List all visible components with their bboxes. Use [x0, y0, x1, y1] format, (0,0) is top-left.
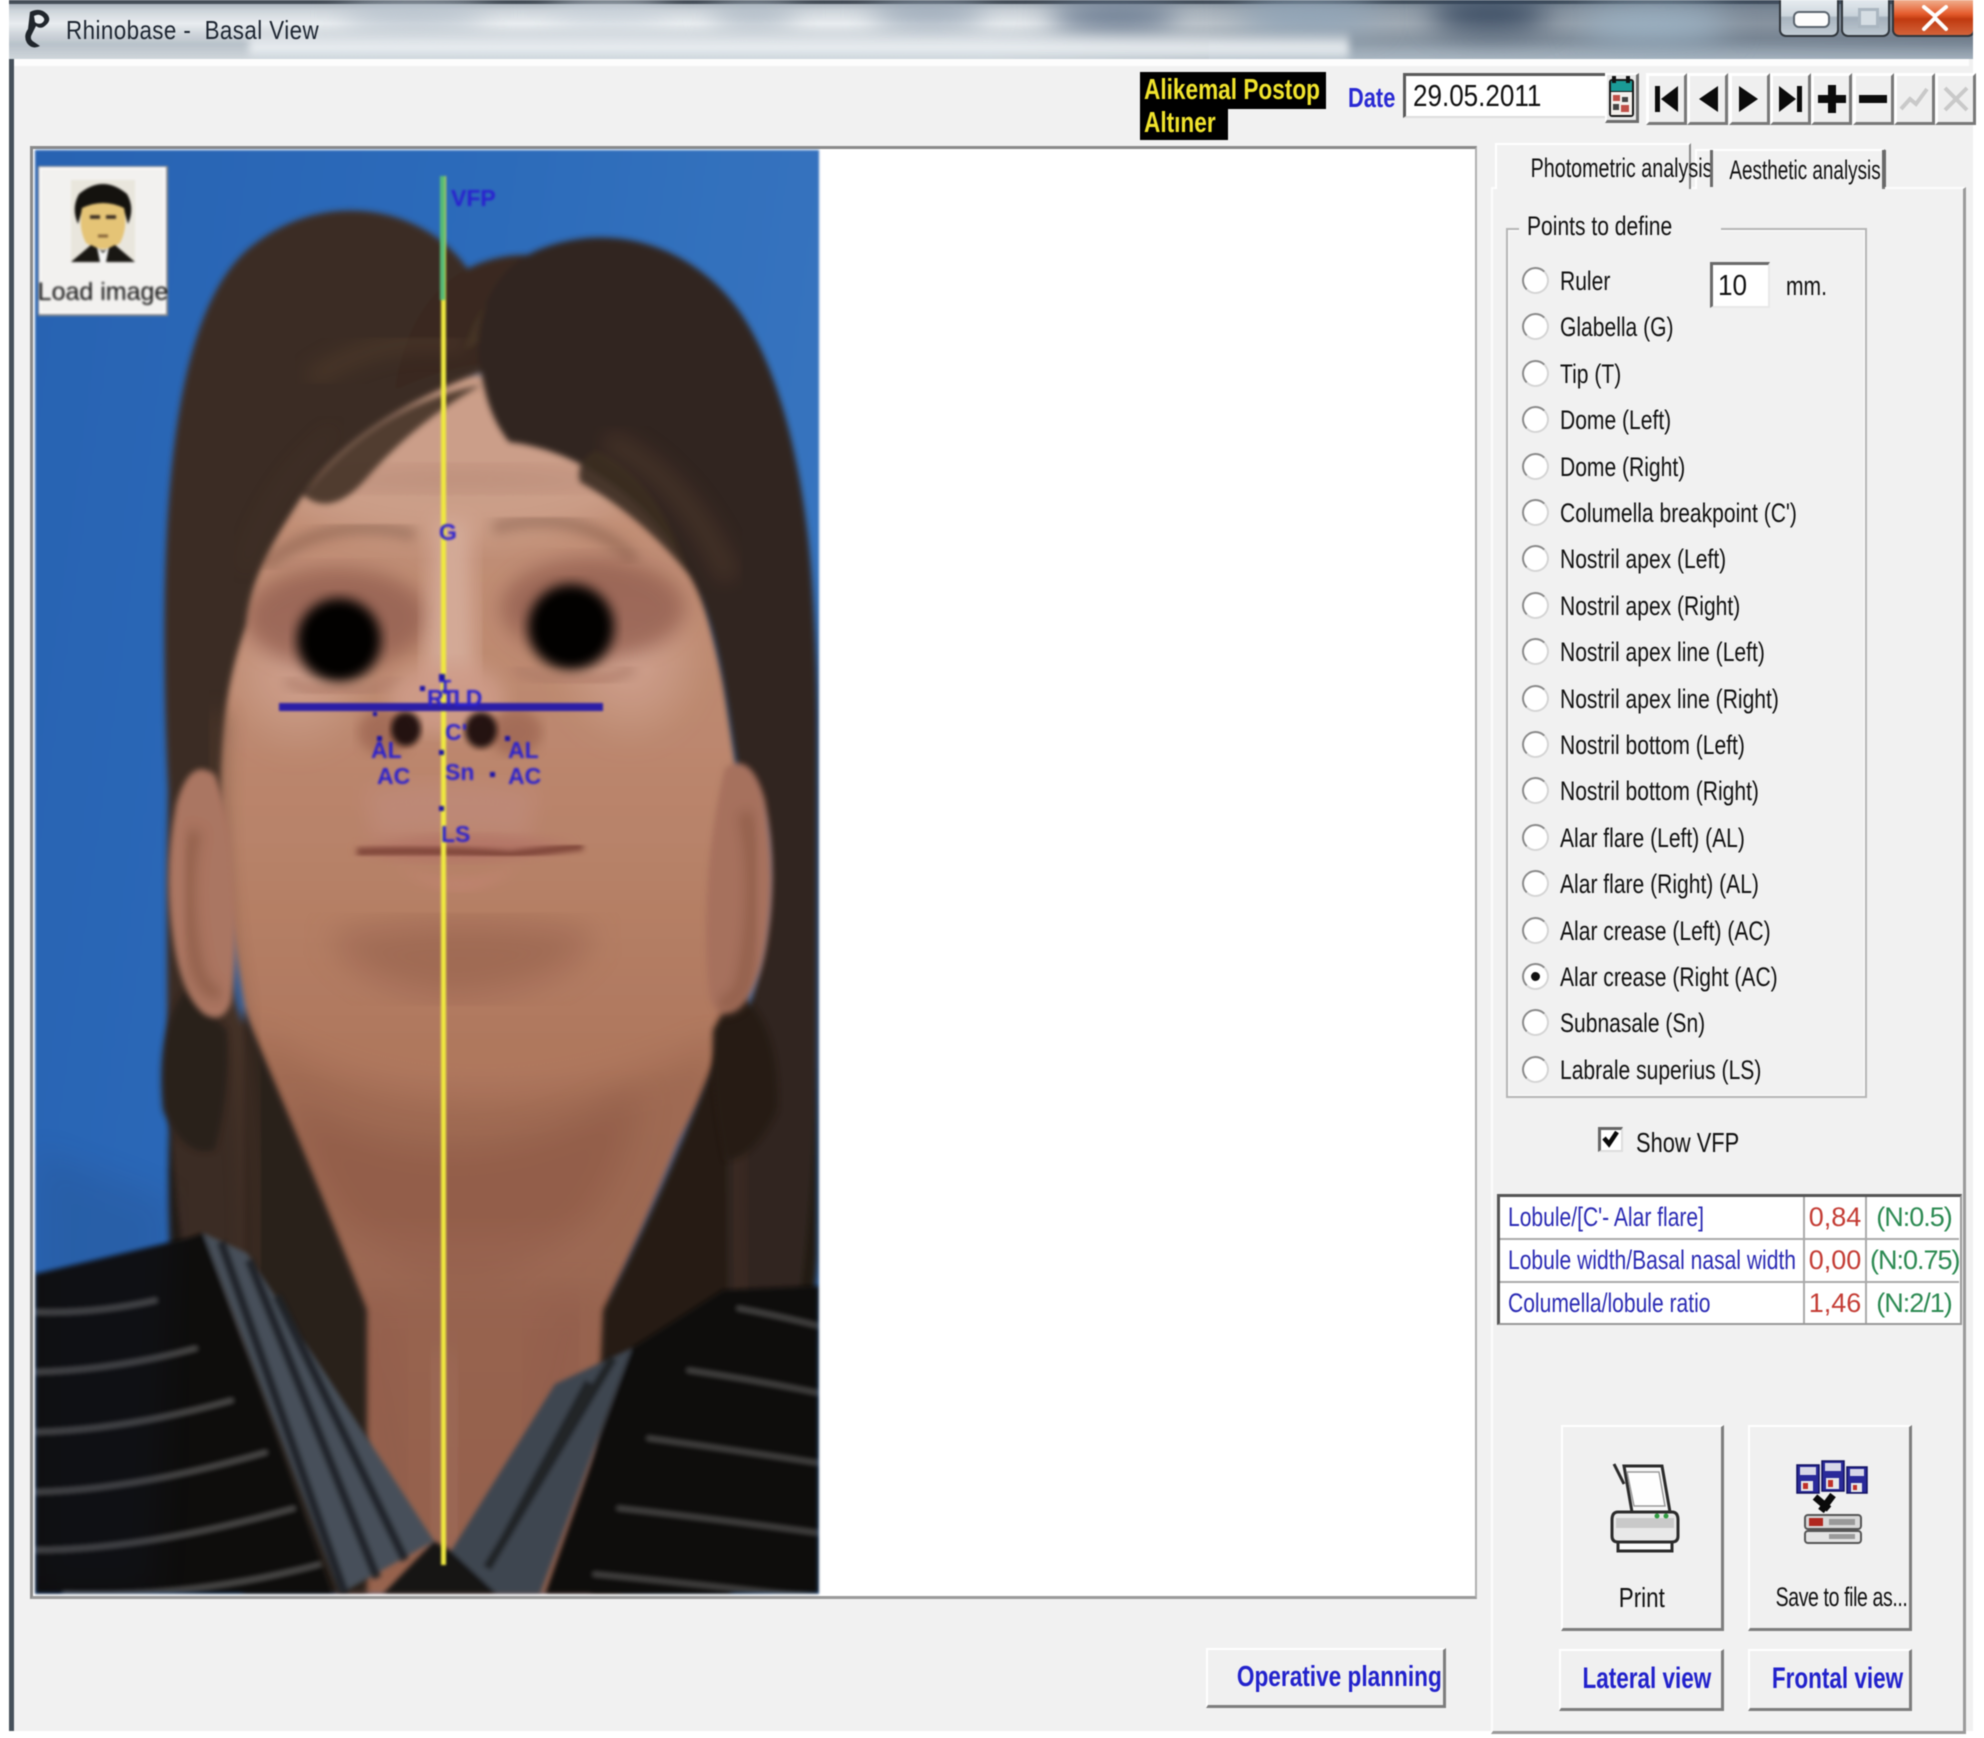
svg-text:AL: AL [371, 737, 402, 763]
svg-text:Load image: Load image [38, 278, 169, 306]
svg-text:RTLD: RTLD [427, 685, 482, 711]
svg-text:AL: AL [508, 737, 539, 763]
svg-text:AC: AC [508, 763, 541, 789]
svg-text:C': C' [445, 719, 467, 745]
svg-text:G: G [439, 519, 457, 545]
svg-text:LS: LS [441, 821, 470, 847]
svg-text:VFP: VFP [451, 185, 496, 211]
svg-text:AC: AC [377, 763, 410, 789]
svg-text:T: T [439, 677, 451, 699]
svg-text:Sn: Sn [445, 759, 474, 785]
